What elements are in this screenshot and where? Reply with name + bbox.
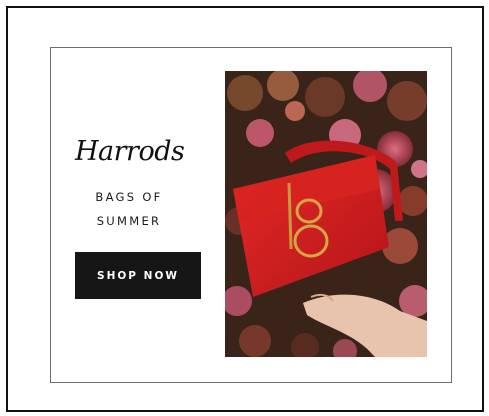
shop-now-button[interactable]: SHOP NOW <box>75 252 201 299</box>
harrods-logo[interactable]: Harrods <box>75 136 185 167</box>
product-photo[interactable] <box>225 71 427 357</box>
red-handbag-photo-icon <box>225 71 427 357</box>
tagline-line-1: BAGS OF <box>95 190 163 204</box>
tagline-line-2: SUMMER <box>96 214 162 228</box>
